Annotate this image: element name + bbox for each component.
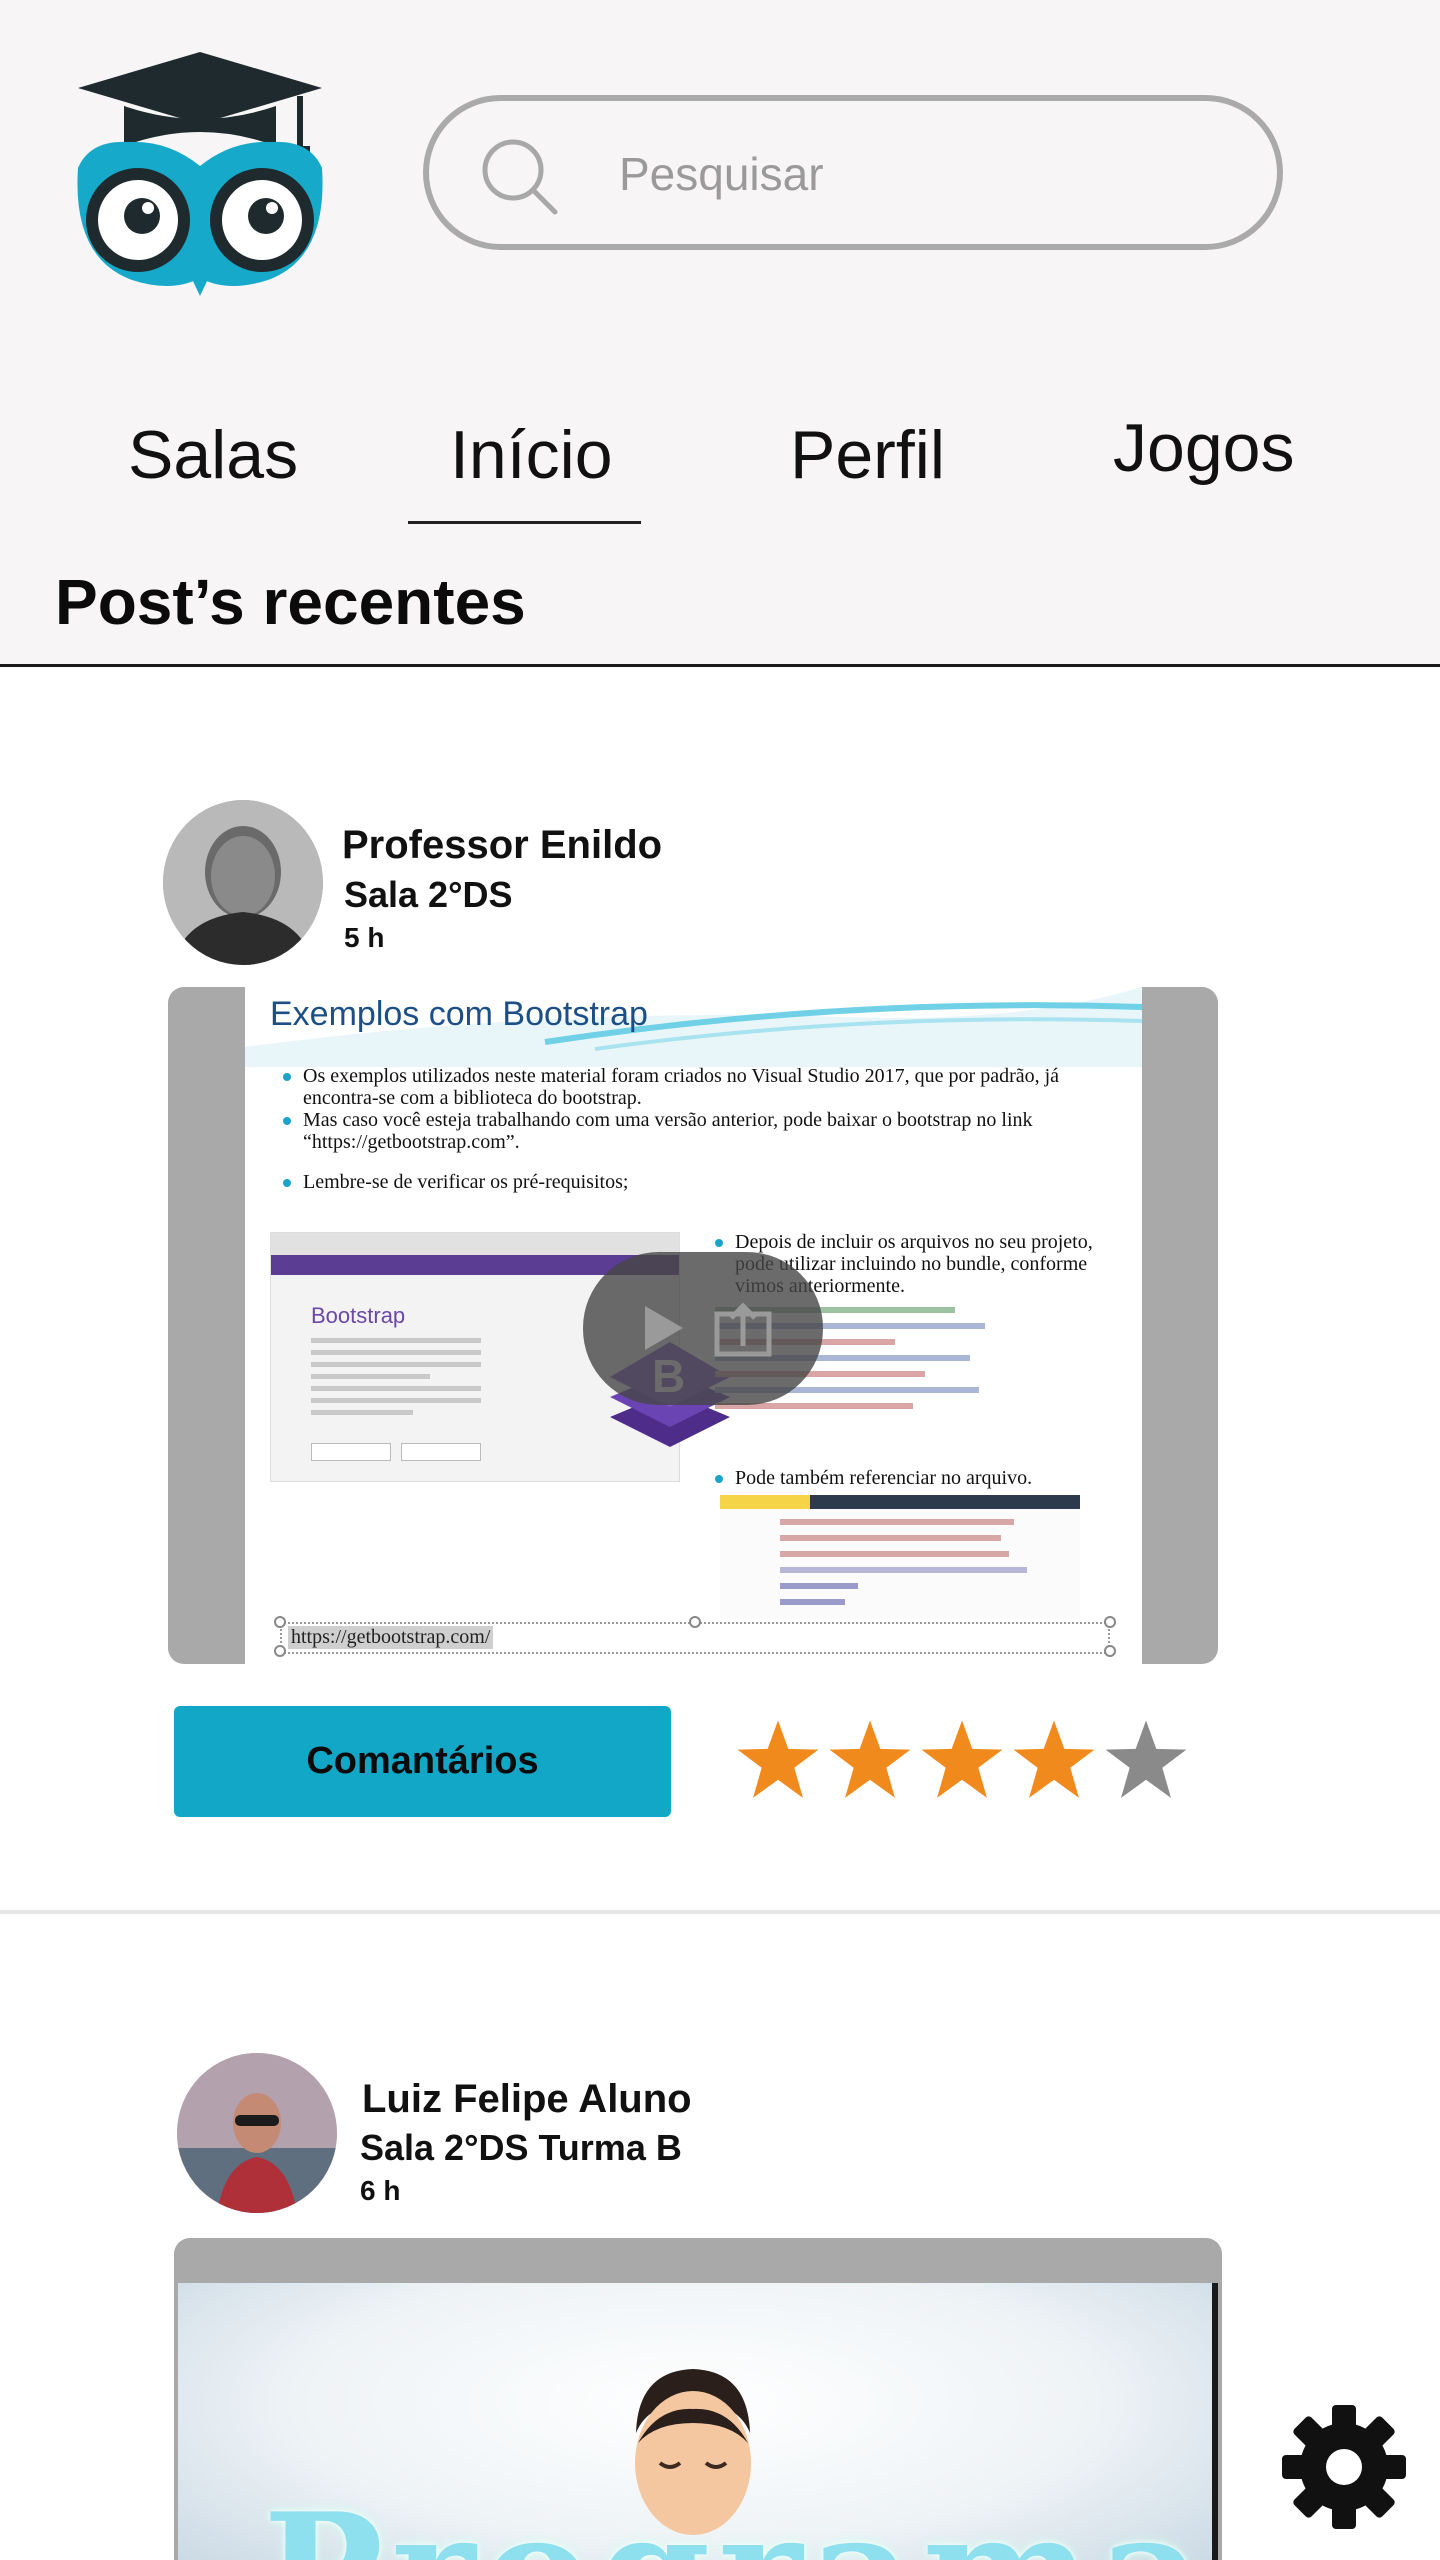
slide-text: Mas caso você esteja trabalhando com uma…: [303, 1109, 1033, 1153]
slide-text: Os exemplos utilizados neste material fo…: [303, 1065, 1060, 1109]
search-input[interactable]: [619, 131, 1219, 216]
tab-inicio[interactable]: Início: [450, 400, 613, 510]
bullet-dot: [283, 1117, 291, 1125]
slide-text: Lembre-se de verificar os pré-requisitos…: [303, 1171, 629, 1193]
post-author[interactable]: Professor Enildo: [342, 823, 662, 868]
star-filled-icon[interactable]: [919, 1717, 1005, 1803]
person-photo: [177, 2053, 337, 2213]
thumbnail-title: Programar: [263, 2478, 1212, 2560]
tab-jogos[interactable]: Jogos: [1113, 393, 1294, 503]
owl-logo: [77, 52, 323, 296]
bullet-dot: [283, 1179, 291, 1187]
person-photo: [163, 800, 323, 965]
play-icon[interactable]: [641, 1302, 687, 1354]
gear-icon[interactable]: [1280, 2403, 1408, 2531]
resize-handle: [274, 1645, 286, 1657]
star-filled-icon[interactable]: [1011, 1717, 1097, 1803]
code-editor-snippet: [720, 1495, 1080, 1620]
resize-handle: [274, 1616, 286, 1628]
header: Salas Início Perfil Jogos Post’s recente…: [0, 0, 1440, 667]
post-room: Sala 2°DS: [344, 874, 513, 915]
search-icon: [482, 139, 558, 215]
screenshot-title: Bootstrap: [311, 1303, 406, 1328]
post-room: Sala 2°DS Turma B: [360, 2127, 682, 2168]
header-divider: [0, 664, 1440, 667]
resize-handle: [1104, 1616, 1116, 1628]
page-title: Post’s recentes: [55, 566, 526, 638]
post-author[interactable]: Luiz Felipe Aluno: [362, 2077, 692, 2122]
star-empty-icon[interactable]: [1103, 1717, 1189, 1803]
slide-text: Pode também referenciar no arquivo.: [735, 1467, 1033, 1489]
avatar[interactable]: [177, 2053, 337, 2213]
video-controls[interactable]: [583, 1252, 823, 1405]
post-divider: [0, 1910, 1440, 1914]
comments-button[interactable]: Comantários: [174, 1706, 671, 1817]
search-bar[interactable]: [423, 95, 1283, 250]
resize-handle: [689, 1616, 701, 1628]
rating-stars[interactable]: [735, 1717, 1195, 1807]
bullet-dot: [283, 1073, 291, 1081]
video-thumbnail: Programar: [178, 2283, 1218, 2560]
bullet-dot: [715, 1239, 723, 1247]
star-filled-icon[interactable]: [735, 1717, 821, 1803]
resize-handle: [1104, 1645, 1116, 1657]
star-filled-icon[interactable]: [827, 1717, 913, 1803]
avatar[interactable]: [163, 800, 323, 965]
post-time: 5 h: [344, 922, 385, 953]
bullet-dot: [715, 1475, 723, 1483]
slide-url: https://getbootstrap.com/: [288, 1626, 494, 1649]
tab-perfil[interactable]: Perfil: [790, 400, 945, 510]
post-video[interactable]: Exemplos com Bootstrap Os exemplos utili…: [168, 987, 1218, 1664]
post-time: 6 h: [360, 2175, 401, 2206]
post-video[interactable]: Programar: [174, 2238, 1222, 2560]
tab-salas[interactable]: Salas: [128, 400, 298, 510]
share-icon[interactable]: [713, 1300, 773, 1358]
active-tab-indicator: [408, 521, 641, 524]
slide-title: Exemplos com Bootstrap: [270, 995, 648, 1033]
